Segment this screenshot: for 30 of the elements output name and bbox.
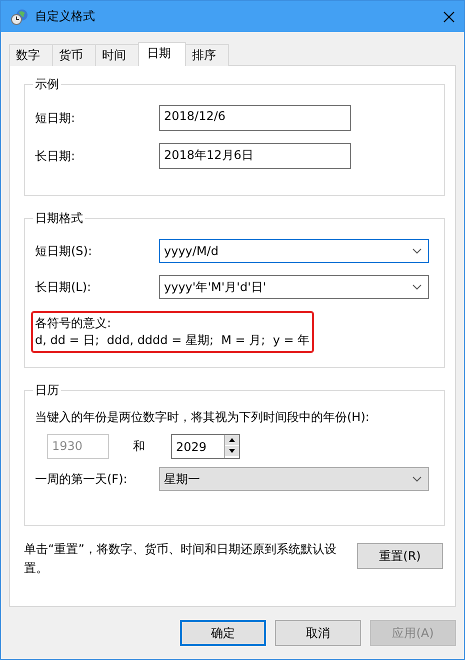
format-dropdown[interactable]: yyyy'年'M'月'd'日': [159, 275, 429, 299]
field-label: 长日期:: [35, 148, 76, 164]
symbol-legend-text: 各符号的意义:: [35, 315, 112, 332]
example-field: 2018年12月6日: [159, 143, 351, 169]
group-title: 示例: [34, 76, 60, 93]
group-title: 日期格式: [34, 210, 84, 227]
tab[interactable]: 日期: [138, 42, 186, 66]
and-label: 和: [132, 438, 146, 455]
symbol-legend-text: d, dd = 日; ddd, dddd = 星期; M = 月; y = 年: [35, 332, 310, 349]
window-title: 自定义格式: [35, 8, 96, 25]
tab[interactable]: 排序: [185, 44, 229, 66]
reset-button[interactable]: 重置(R): [357, 543, 443, 569]
field-label: 一周的第一天(F):: [35, 470, 128, 488]
field-label: 短日期:: [35, 110, 76, 126]
tab[interactable]: 时间: [95, 44, 139, 66]
tab[interactable]: 货币: [52, 44, 96, 66]
globe-clock-icon: [11, 8, 29, 24]
field-label: 短日期(S):: [35, 242, 94, 260]
field-label: 长日期(L):: [35, 278, 92, 296]
end-year-spinner[interactable]: 2029: [171, 434, 240, 459]
example-field: 2018/12/6: [159, 105, 351, 131]
close-icon[interactable]: [443, 10, 455, 22]
group-title: 日历: [34, 382, 60, 399]
dialog-button[interactable]: 取消: [275, 620, 361, 646]
format-dropdown[interactable]: yyyy/M/d: [159, 239, 429, 263]
reset-description: 单击“重置”，将数字、货币、时间和日期还原到系统默认设置。: [24, 541, 338, 577]
year-description: 当键入的年份是两位数字时，将其视为下列时间段中的年份(H):: [35, 409, 370, 426]
first-day-dropdown[interactable]: 星期一: [159, 467, 429, 491]
tab[interactable]: 数字: [9, 44, 53, 66]
dialog-button[interactable]: 确定: [180, 620, 266, 646]
